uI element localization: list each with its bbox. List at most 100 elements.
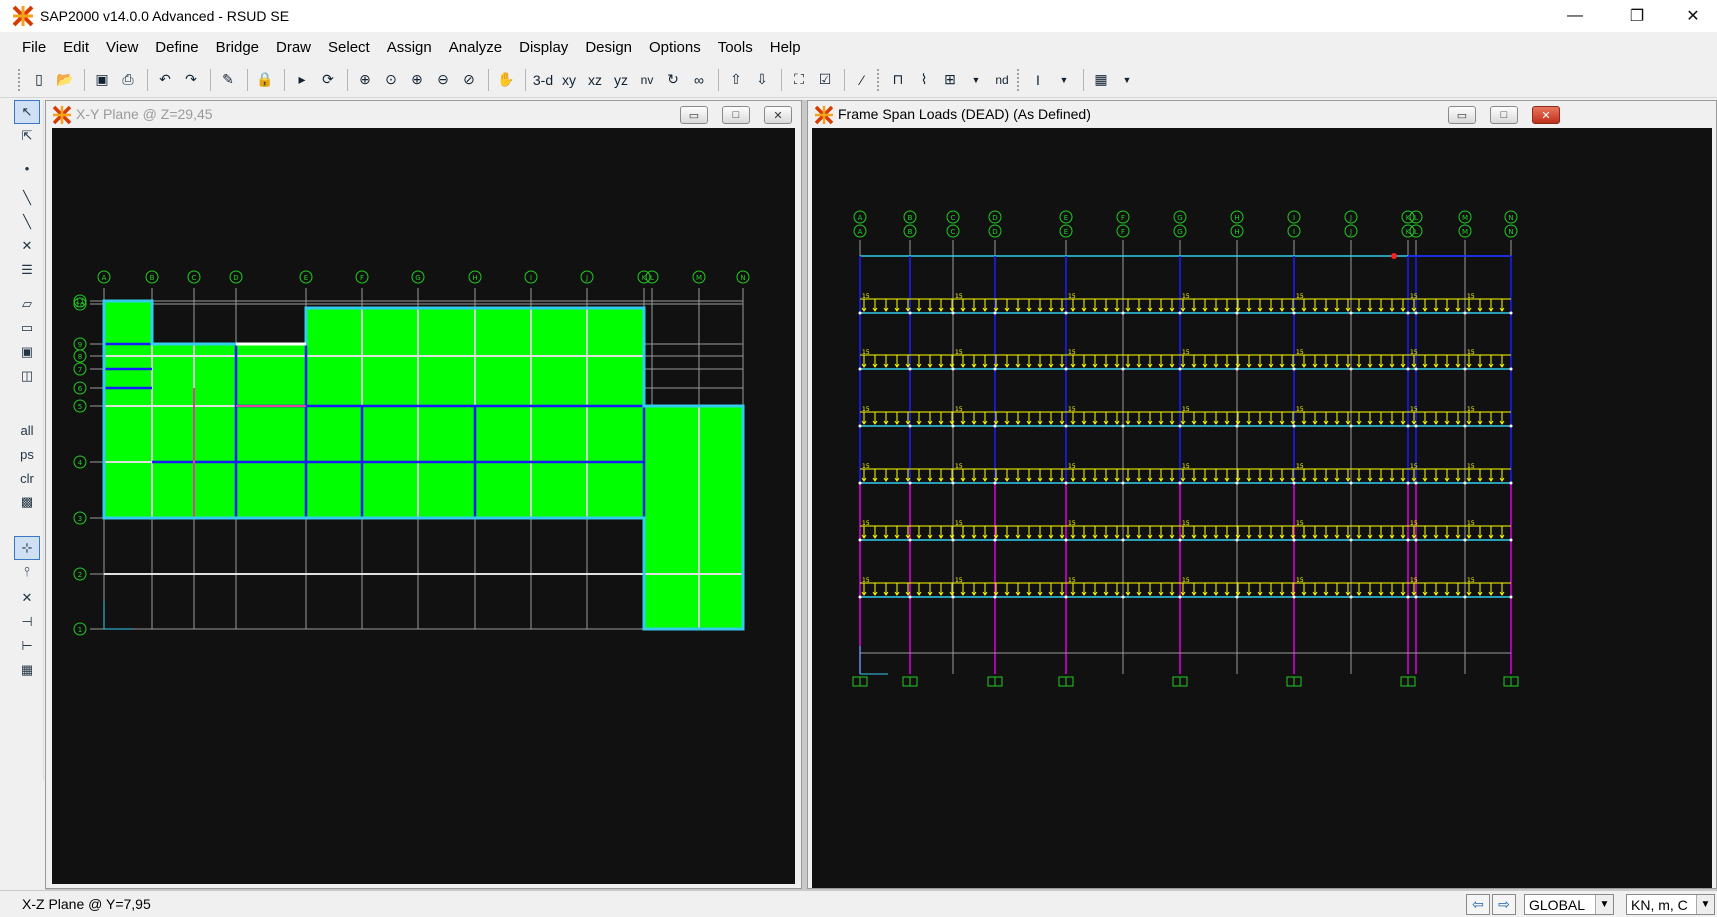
undo-icon[interactable]: ↶ bbox=[154, 68, 176, 92]
nd-button[interactable]: nd bbox=[991, 68, 1013, 92]
display-table-icon[interactable]: ▦ bbox=[1090, 68, 1112, 92]
toolbar-grip[interactable] bbox=[877, 68, 881, 91]
joint bbox=[1292, 367, 1296, 371]
dropdown-arrow-icon[interactable]: ▼ bbox=[965, 68, 987, 92]
zoom-full-icon[interactable]: ⊙ bbox=[380, 68, 402, 92]
open-folder-icon[interactable]: 📂 bbox=[54, 68, 76, 92]
draw-joint-icon[interactable]: • bbox=[14, 156, 40, 180]
view-nv-button[interactable]: nv bbox=[636, 68, 658, 92]
print-icon[interactable]: ⎙ bbox=[117, 68, 139, 92]
plan-view-window[interactable]: X-Y Plane @ Z=29,45 ▭ □ ✕ ABCDEFGHIJKLMN… bbox=[45, 100, 802, 889]
menu-tools[interactable]: Tools bbox=[718, 39, 753, 56]
elevation-minimize-button[interactable]: ▭ bbox=[1448, 106, 1476, 124]
snap-ends-icon[interactable]: ⫯ bbox=[14, 560, 40, 584]
draw-brace-icon[interactable]: ✕ bbox=[14, 234, 40, 258]
show-undeformed-icon[interactable]: ⁄ bbox=[851, 68, 873, 92]
draw-solid-icon[interactable]: ◫ bbox=[14, 364, 40, 388]
move-up-icon[interactable]: ⇧ bbox=[725, 68, 747, 92]
snap-lines-icon[interactable]: ⊢ bbox=[14, 634, 40, 658]
refresh-view-icon[interactable]: ⟳ bbox=[317, 68, 339, 92]
previous-select-button[interactable]: ps bbox=[14, 442, 40, 466]
menu-edit[interactable]: Edit bbox=[63, 39, 89, 56]
run-analysis-icon[interactable]: ▸ bbox=[291, 68, 313, 92]
restore-button[interactable]: ❐ bbox=[1614, 0, 1660, 32]
elevation-maximize-button[interactable]: □ bbox=[1490, 106, 1518, 124]
rotate-view-icon[interactable]: ↻ bbox=[662, 68, 684, 92]
perspective-icon[interactable]: ∞ bbox=[688, 68, 710, 92]
zoom-in-icon[interactable]: ⊕ bbox=[406, 68, 428, 92]
pan-icon[interactable]: ✋ bbox=[495, 68, 517, 92]
snap-perpendicular-icon[interactable]: ⊣ bbox=[14, 610, 40, 634]
view-xz-button[interactable]: xz bbox=[584, 68, 606, 92]
section-icon[interactable]: Ι bbox=[1027, 68, 1049, 92]
view-yz-button[interactable]: yz bbox=[610, 68, 632, 92]
toolbar-grip[interactable] bbox=[18, 68, 22, 91]
object-shrink-icon[interactable]: ⛶ bbox=[788, 68, 810, 92]
frame-loads-icon[interactable]: ⌇ bbox=[913, 68, 935, 92]
frame-icon[interactable]: ⊓ bbox=[887, 68, 909, 92]
menu-help[interactable]: Help bbox=[770, 39, 801, 56]
menu-file[interactable]: File bbox=[22, 39, 46, 56]
frame-release-icon[interactable]: ⊞ bbox=[939, 68, 961, 92]
snap-fine-grid-icon[interactable]: ▦ bbox=[14, 658, 40, 682]
zoom-window-icon[interactable]: ⊕ bbox=[354, 68, 376, 92]
dropdown-arrow-icon[interactable]: ▼ bbox=[1053, 68, 1075, 92]
draw-rect-area-icon[interactable]: ▭ bbox=[14, 316, 40, 340]
plan-close-button[interactable]: ✕ bbox=[764, 106, 792, 124]
view-3d-button[interactable]: 3-d bbox=[532, 68, 554, 92]
dropdown-arrow-icon[interactable]: ▼ bbox=[1116, 68, 1138, 92]
move-down-icon[interactable]: ⇩ bbox=[751, 68, 773, 92]
draw-link-icon[interactable]: ☰ bbox=[14, 258, 40, 282]
plan-drawing[interactable]: A B C D E F G H I J K L M N1110987654321 bbox=[52, 128, 795, 884]
close-button[interactable]: ✕ bbox=[1670, 0, 1716, 32]
menu-view[interactable]: View bbox=[106, 39, 138, 56]
menu-assign[interactable]: Assign bbox=[387, 39, 432, 56]
menu-select[interactable]: Select bbox=[328, 39, 370, 56]
joint bbox=[908, 595, 912, 599]
menu-bridge[interactable]: Bridge bbox=[216, 39, 259, 56]
zoom-out-icon[interactable]: ⊖ bbox=[432, 68, 454, 92]
elevation-window-titlebar[interactable]: Frame Span Loads (DEAD) (As Defined) bbox=[808, 101, 1716, 127]
coord-system-select[interactable]: GLOBAL ▼ bbox=[1524, 894, 1614, 915]
menu-display[interactable]: Display bbox=[519, 39, 568, 56]
reshape-icon[interactable]: ⇱ bbox=[14, 124, 40, 148]
title-bar: SAP2000 v14.0.0 Advanced - RSUD SE — ❐ ✕ bbox=[0, 0, 1717, 32]
draw-poly-area-icon[interactable]: ▱ bbox=[14, 292, 40, 316]
plan-canvas[interactable]: A B C D E F G H I J K L M N 11 10 9 8 7 6 5 4 3 2 1 bbox=[52, 128, 795, 884]
elevation-canvas[interactable]: 15 15 15 15 15 15 15 15 15 15 15 15 15 15 15 15 15 15 15 15… bbox=[812, 128, 1712, 888]
zoom-previous-icon[interactable]: ⊘ bbox=[458, 68, 480, 92]
new-file-icon[interactable]: ▯ bbox=[28, 68, 50, 92]
toolbar-grip[interactable] bbox=[1017, 68, 1021, 91]
units-select[interactable]: KN, m, C ▼ bbox=[1626, 894, 1715, 915]
intersecting-line-icon[interactable]: ▩ bbox=[14, 490, 40, 514]
snap-points-icon[interactable]: ⊹ bbox=[14, 536, 40, 560]
clear-select-button[interactable]: clr bbox=[14, 466, 40, 490]
joint bbox=[1121, 367, 1125, 371]
plan-minimize-button[interactable]: ▭ bbox=[680, 106, 708, 124]
menu-design[interactable]: Design bbox=[585, 39, 632, 56]
view-xy-button[interactable]: xy bbox=[558, 68, 580, 92]
select-all-button[interactable]: all bbox=[14, 418, 40, 442]
pencil-icon[interactable]: ✎ bbox=[217, 68, 239, 92]
menu-define[interactable]: Define bbox=[155, 39, 198, 56]
redo-icon[interactable]: ↷ bbox=[180, 68, 202, 92]
plan-maximize-button[interactable]: □ bbox=[722, 106, 750, 124]
quick-draw-frame-icon[interactable]: ╲ bbox=[14, 210, 40, 234]
lock-icon[interactable]: 🔒 bbox=[254, 68, 276, 92]
draw-frame-icon[interactable]: ╲ bbox=[14, 186, 40, 210]
menu-analyze[interactable]: Analyze bbox=[449, 39, 502, 56]
previous-view-arrow-icon[interactable]: ⇦ bbox=[1466, 894, 1490, 915]
set-display-options-icon[interactable]: ☑ bbox=[814, 68, 836, 92]
pointer-icon[interactable]: ↖ bbox=[14, 100, 40, 124]
snap-intersection-icon[interactable]: ✕ bbox=[14, 586, 40, 610]
menu-draw[interactable]: Draw bbox=[276, 39, 311, 56]
menu-options[interactable]: Options bbox=[649, 39, 701, 56]
next-view-arrow-icon[interactable]: ⇨ bbox=[1492, 894, 1516, 915]
minimize-button[interactable]: — bbox=[1552, 0, 1598, 32]
separator bbox=[1083, 68, 1084, 91]
elevation-drawing[interactable]: 15 15 15 15 15 15 15 15 15 15 15 15 15 15 15 15 15 15 15 15… bbox=[812, 128, 1712, 888]
save-icon[interactable]: ▣ bbox=[91, 68, 113, 92]
elevation-close-button[interactable]: ✕ bbox=[1532, 106, 1560, 124]
elevation-view-window[interactable]: Frame Span Loads (DEAD) (As Defined) ▭ □… bbox=[807, 100, 1717, 889]
quick-draw-area-icon[interactable]: ▣ bbox=[14, 340, 40, 364]
